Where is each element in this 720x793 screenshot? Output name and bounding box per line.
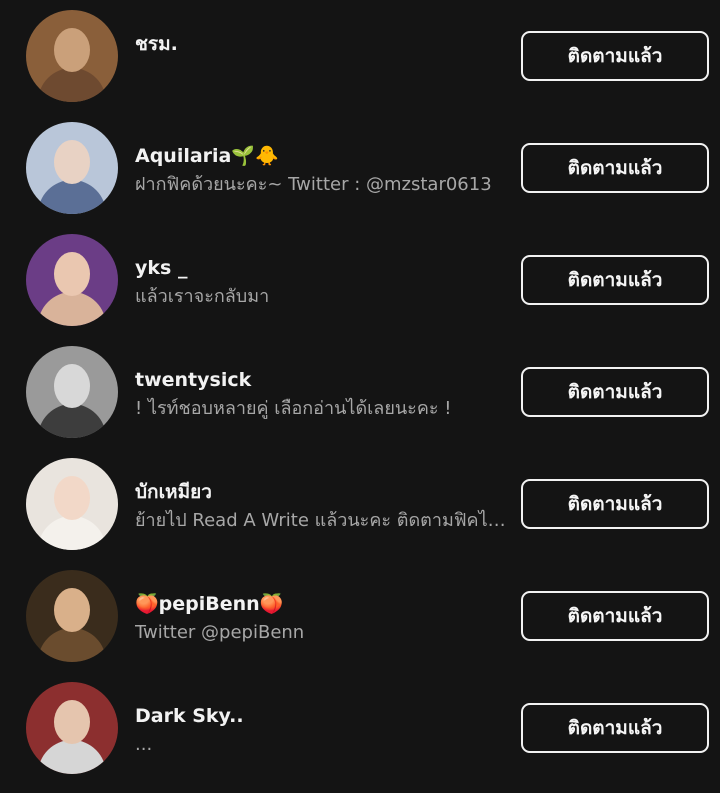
user-info: บักเหมียวย้ายไป Read A Write แล้วนะคะ ติ… (135, 479, 507, 534)
following-button[interactable]: ติดตามแล้ว (521, 703, 709, 753)
avatar[interactable] (26, 458, 118, 550)
username[interactable]: Aquilaria🌱🐥 (135, 143, 507, 169)
list-item[interactable]: yks _ แล้วเราจะกลับมา ติดตามแล้ว (0, 224, 720, 336)
user-bio: ย้ายไป Read A Write แล้วนะคะ ติดตามฟิคได… (135, 510, 507, 531)
following-button[interactable]: ติดตามแล้ว (521, 255, 709, 305)
user-info: Dark Sky..... (135, 703, 507, 758)
list-item[interactable]: 🍑pepiBenn🍑 Twitter @pepiBenn ติดตามแล้ว (0, 560, 720, 672)
username[interactable]: yks _ (135, 255, 507, 281)
following-button[interactable]: ติดตามแล้ว (521, 367, 709, 417)
user-bio: ! ไรท์ชอบหลายคู่ เลือกอ่านได้เลยนะคะ ! (135, 398, 452, 419)
list-item[interactable]: twentysick ! ไรท์ชอบหลายคู่ เลือกอ่านได้เ… (0, 336, 720, 448)
user-info: Aquilaria🌱🐥 ฝากฟิคด้วยนะคะ~ Twitter : @mz… (135, 143, 507, 198)
avatar[interactable] (26, 682, 118, 774)
username[interactable]: ชรม. (135, 31, 507, 57)
following-button[interactable]: ติดตามแล้ว (521, 143, 709, 193)
user-info: twentysick ! ไรท์ชอบหลายคู่ เลือกอ่านได้เ… (135, 367, 507, 422)
list-item[interactable]: บักเหมียวย้ายไป Read A Write แล้วนะคะ ติ… (0, 448, 720, 560)
avatar[interactable] (26, 10, 118, 102)
avatar[interactable] (26, 122, 118, 214)
list-item[interactable]: Aquilaria🌱🐥 ฝากฟิคด้วยนะคะ~ Twitter : @mz… (0, 112, 720, 224)
username[interactable]: 🍑pepiBenn🍑 (135, 591, 507, 617)
user-bio: Twitter @pepiBenn (135, 622, 305, 643)
user-info: ชรม. (135, 31, 507, 57)
username[interactable]: Dark Sky.. (135, 703, 507, 729)
user-info: yks _ แล้วเราจะกลับมา (135, 255, 507, 310)
user-bio: แล้วเราจะกลับมา (135, 286, 270, 307)
user-bio: ... (135, 734, 153, 755)
following-button[interactable]: ติดตามแล้ว (521, 479, 709, 529)
username[interactable]: บักเหมียว (135, 479, 507, 505)
following-button[interactable]: ติดตามแล้ว (521, 31, 709, 81)
avatar[interactable] (26, 234, 118, 326)
user-bio: ฝากฟิคด้วยนะคะ~ Twitter : @mzstar0613 (135, 174, 492, 195)
list-item[interactable]: ชรม. ติดตามแล้ว (0, 0, 720, 112)
avatar[interactable] (26, 570, 118, 662)
user-info: 🍑pepiBenn🍑 Twitter @pepiBenn (135, 591, 507, 646)
following-button[interactable]: ติดตามแล้ว (521, 591, 709, 641)
list-item[interactable]: Dark Sky..... ติดตามแล้ว (0, 672, 720, 784)
avatar[interactable] (26, 346, 118, 438)
following-list: ชรม. ติดตามแล้ว Aquilaria🌱🐥 ฝากฟิคด้วยนะคะ~… (0, 0, 720, 793)
username[interactable]: twentysick (135, 367, 507, 393)
